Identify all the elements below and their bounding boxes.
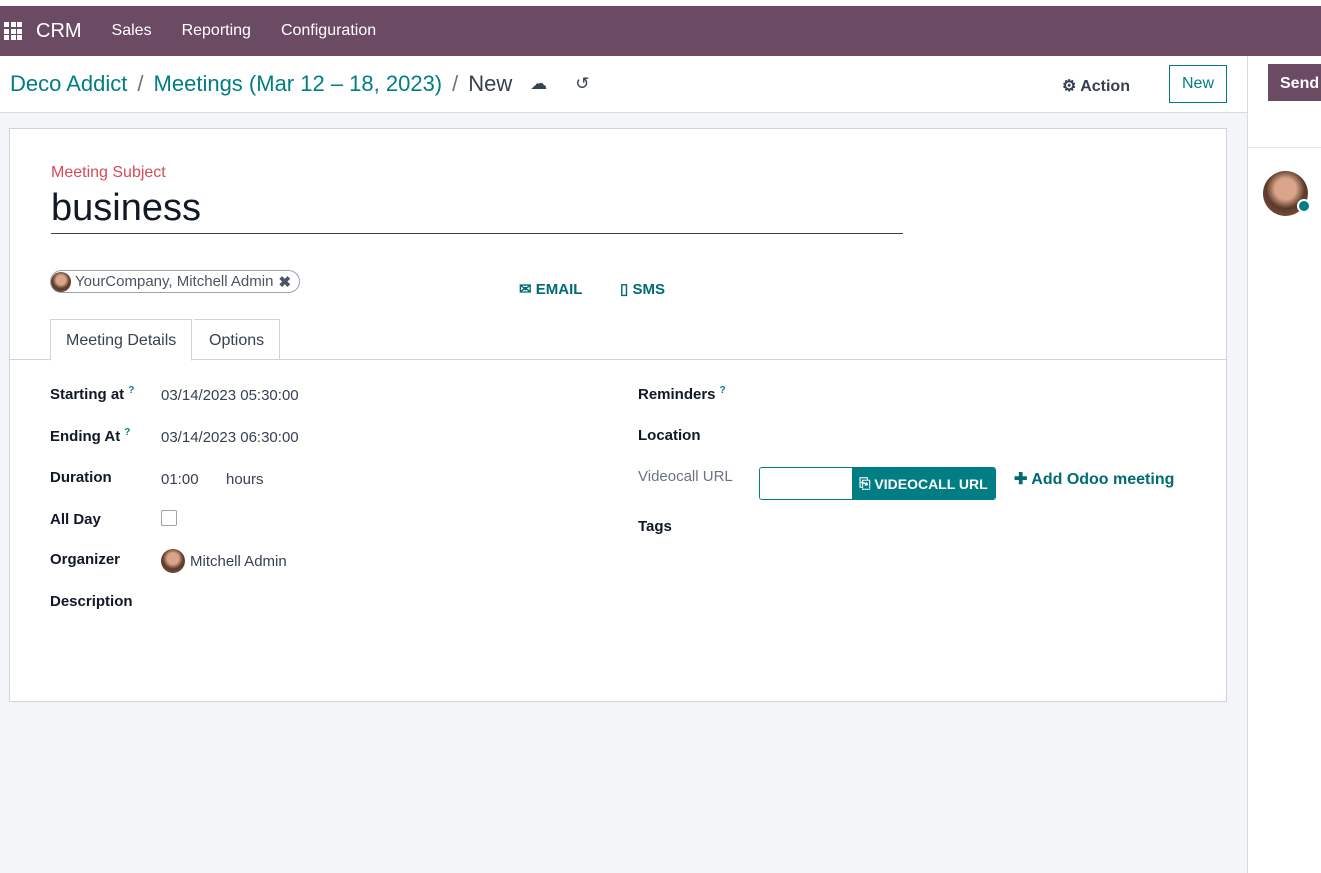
attendee-name: YourCompany, Mitchell Admin bbox=[75, 273, 274, 290]
tabs: Meeting Details Options bbox=[10, 319, 1226, 361]
app-name[interactable]: CRM bbox=[36, 20, 82, 43]
plus-icon: ✚ bbox=[1014, 471, 1028, 488]
new-button[interactable]: New bbox=[1169, 65, 1227, 103]
close-icon[interactable]: ✖ bbox=[278, 273, 291, 291]
add-odoo-meeting-button[interactable]: ✚ Add Odoo meeting bbox=[1014, 469, 1174, 489]
divider bbox=[1248, 147, 1321, 148]
form-sheet: Meeting Subject business YourCompany, Mi… bbox=[9, 128, 1227, 702]
subject-label: Meeting Subject bbox=[51, 164, 166, 181]
action-button[interactable]: ⚙ Action bbox=[1062, 76, 1130, 96]
menu-sales[interactable]: Sales bbox=[112, 22, 152, 40]
subject-input[interactable]: business bbox=[51, 187, 903, 234]
gear-icon: ⚙ bbox=[1062, 78, 1077, 95]
cloud-upload-icon[interactable]: ☁ bbox=[530, 74, 547, 94]
breadcrumb-current: New bbox=[468, 71, 513, 96]
action-label: Action bbox=[1080, 78, 1130, 95]
breadcrumb-separator: / bbox=[452, 71, 459, 96]
control-panel: Deco Addict / Meetings (Mar 12 – 18, 2023… bbox=[0, 56, 1247, 113]
sms-button[interactable]: ▯ SMS bbox=[620, 280, 665, 298]
undo-icon[interactable]: ↺ bbox=[575, 74, 589, 94]
starting-at-field[interactable]: 03/14/2023 05:30:00 bbox=[161, 387, 299, 404]
tags-label: Tags bbox=[638, 518, 672, 535]
menu-configuration[interactable]: Configuration bbox=[281, 22, 376, 40]
add-odoo-meeting-label: Add Odoo meeting bbox=[1031, 471, 1175, 488]
copy-icon: ⎘ bbox=[859, 475, 871, 491]
reminders-label: Reminders? bbox=[638, 385, 726, 403]
sms-label: SMS bbox=[632, 281, 665, 298]
online-status-icon bbox=[1297, 199, 1311, 213]
organizer-field[interactable]: Mitchell Admin bbox=[161, 549, 287, 573]
all-day-checkbox[interactable] bbox=[161, 510, 177, 526]
breadcrumb-deco-addict[interactable]: Deco Addict bbox=[10, 71, 127, 97]
breadcrumb: Deco Addict / Meetings (Mar 12 – 18, 2023… bbox=[10, 71, 590, 97]
videocall-url-button-label: VIDEOCALL URL bbox=[874, 475, 988, 492]
avatar bbox=[51, 271, 71, 292]
organizer-name: Mitchell Admin bbox=[190, 552, 287, 570]
mobile-icon: ▯ bbox=[620, 281, 629, 298]
duration-label: Duration bbox=[50, 469, 112, 486]
envelope-icon: ✉ bbox=[519, 281, 532, 298]
videocall-url-label: Videocall URL bbox=[638, 468, 733, 485]
duration-unit: hours bbox=[226, 471, 264, 488]
avatar bbox=[161, 549, 185, 573]
videocall-url-button[interactable]: ⎘ VIDEOCALL URL bbox=[852, 468, 995, 499]
apps-grid-icon[interactable] bbox=[4, 22, 22, 40]
all-day-label: All Day bbox=[50, 511, 101, 528]
tab-options[interactable]: Options bbox=[194, 319, 281, 360]
breadcrumb-separator: / bbox=[137, 71, 144, 96]
description-label: Description bbox=[50, 593, 133, 610]
duration-field[interactable]: 01:00 bbox=[161, 471, 199, 488]
starting-at-label: Starting at? bbox=[50, 385, 135, 403]
send-message-button[interactable]: Send bbox=[1268, 64, 1321, 101]
email-label: EMAIL bbox=[535, 281, 583, 298]
organizer-label: Organizer bbox=[50, 551, 121, 568]
videocall-url-input[interactable] bbox=[760, 468, 852, 499]
ending-at-field[interactable]: 03/14/2023 06:30:00 bbox=[161, 429, 299, 446]
navbar: CRM Sales Reporting Configuration bbox=[0, 6, 1321, 56]
attendee-tag: YourCompany, Mitchell Admin ✖ bbox=[50, 270, 301, 293]
email-button[interactable]: ✉ EMAIL bbox=[519, 280, 582, 298]
breadcrumb-meetings[interactable]: Meetings (Mar 12 – 18, 2023) bbox=[154, 71, 443, 97]
videocall-url-field: ⎘ VIDEOCALL URL bbox=[759, 467, 996, 500]
tab-meeting-details[interactable]: Meeting Details bbox=[50, 319, 193, 361]
menu-reporting[interactable]: Reporting bbox=[182, 22, 251, 40]
chatter: Send bbox=[1247, 56, 1321, 873]
location-label: Location bbox=[638, 427, 701, 444]
ending-at-label: Ending At? bbox=[50, 427, 131, 445]
